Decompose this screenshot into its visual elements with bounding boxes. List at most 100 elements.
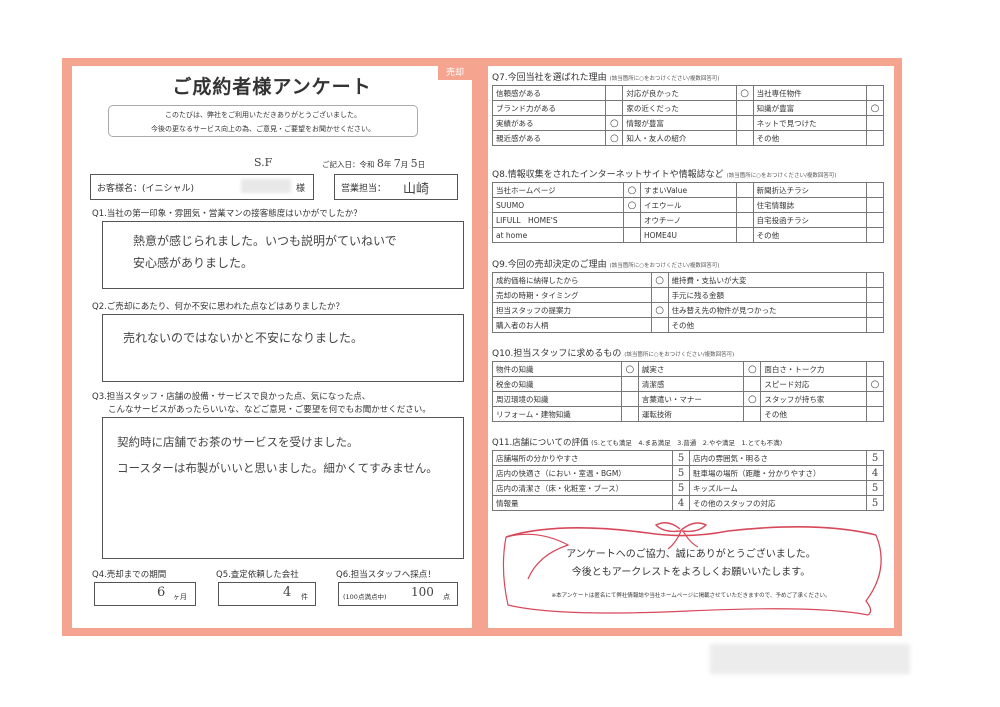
q8-option-label: 新聞折込チラシ (752, 182, 868, 198)
q10-option-label: 周辺環境の知識 (492, 391, 622, 407)
staff-field[interactable]: 営業担当： 山崎 (334, 174, 458, 200)
q10-answer-cell[interactable] (620, 376, 639, 392)
q10-answer-cell[interactable] (620, 391, 639, 407)
q8-answer-cell[interactable]: ○ (623, 182, 642, 198)
q9-option-label: 手元に残る金額 (667, 287, 868, 303)
q10-option-label: 言葉遣い・マナー (637, 391, 745, 407)
q11-title-text: Q11.店舗についての評価 (492, 438, 589, 448)
q9-answer-cell[interactable] (650, 317, 669, 333)
q8-option-label: at home (491, 227, 625, 243)
q9-answer-cell[interactable] (866, 287, 884, 303)
q11-answer-cell[interactable]: 5 (672, 480, 690, 496)
q8-answer-cell[interactable]: ○ (623, 197, 642, 213)
q7-title: Q7.今回当社を選ばれた理由 (該当箇所に○をおつけください/複数回答可) (492, 70, 720, 83)
sale-tag: 売却 (438, 66, 472, 80)
date-month-unit: 月 (400, 160, 409, 169)
q7-answer-cell[interactable] (735, 100, 754, 116)
q10-answer-cell[interactable] (866, 361, 884, 377)
q10-answer-cell[interactable] (743, 376, 762, 392)
customer-name-field[interactable]: お客様名：(イニシャル) 様 (90, 174, 314, 200)
q7-answer-cell[interactable] (605, 100, 624, 116)
left-panel: ご成約者様アンケート 売却 このたびは、弊社をご利用いただきありがとうございまし… (72, 66, 472, 628)
q10-answer-cell[interactable] (743, 406, 762, 422)
q6-question: Q6.担当スタッフへ採点！ (336, 570, 436, 580)
q8-option-label: その他 (752, 227, 868, 243)
q10-answer-cell[interactable]: ○ (743, 361, 762, 377)
q4-answer-box[interactable]: 6 ヶ月 (94, 582, 196, 606)
q6-value: 100 (411, 585, 434, 599)
q11-scale: (5.とても満足 4.まあ満足 3.普通 2.やや満足 1.とても不満) (591, 439, 783, 447)
q9-option-label: 売却の時期・タイミング (492, 287, 652, 303)
q9-row: 成約価格に納得したから ○ 維持費・支払いが大変 (492, 272, 884, 288)
survey-sheet: ご成約者様アンケート 売却 このたびは、弊社をご利用いただきありがとうございまし… (62, 58, 902, 636)
intro-line-1: このたびは、弊社をご利用いただきありがとうございました。 (165, 111, 361, 119)
q7-option-label: 家の近くだった (622, 100, 737, 116)
q11-option-label: その他のスタッフの対応 (689, 495, 867, 511)
q10-answer-cell[interactable]: ○ (743, 391, 762, 407)
q10-row: リフォーム・建物知識 運転技術 その他 (492, 406, 884, 422)
q9-answer-cell[interactable] (866, 272, 884, 288)
q8-option-label: 住宅情報誌 (752, 197, 868, 213)
q8-answer-cell[interactable] (735, 197, 754, 213)
q8-answer-cell[interactable] (866, 182, 884, 198)
q10-answer-cell[interactable]: ○ (620, 361, 639, 377)
q8-answer-cell[interactable] (866, 197, 884, 213)
q11-answer-cell[interactable]: 5 (866, 495, 884, 511)
q7-answer-cell[interactable] (605, 85, 624, 101)
q2-answer-box[interactable]: 売れないのではないかと不安になりました。 (102, 314, 464, 382)
q9-answer-cell[interactable] (866, 317, 884, 333)
q11-answer-cell[interactable]: 5 (672, 450, 690, 466)
date-label: ご記入日：令和 (322, 160, 375, 169)
q9-row: 担当スタッフの提案力 ○ 住み替え先の物件が見つかった (492, 302, 884, 318)
q9-option-label: 住み替え先の物件が見つかった (667, 302, 868, 318)
q8-answer-cell[interactable] (735, 227, 754, 243)
q8-option-label: 当社ホームページ (491, 182, 625, 198)
q7-answer-cell[interactable] (735, 115, 754, 131)
q8-answer-cell[interactable] (623, 227, 642, 243)
q9-answer-cell[interactable]: ○ (650, 272, 669, 288)
q8-answer-cell[interactable] (866, 212, 884, 228)
q3-answer-line-1: 契約時に店舗でお茶のサービスを受けました。 (117, 435, 359, 449)
q7-answer-cell[interactable] (866, 115, 884, 131)
q11-answer-cell[interactable]: 5 (672, 465, 690, 481)
customer-name-label: お客様名：(イニシャル) (97, 184, 195, 194)
q1-answer-box[interactable]: 熱意が感じられました。いつも説明がていねいで 安心感がありました。 (102, 221, 464, 289)
q11-answer-cell[interactable]: 4 (866, 465, 884, 481)
q10-answer-cell[interactable] (866, 391, 884, 407)
q7-option-label: 実績がある (491, 115, 607, 131)
q7-answer-cell[interactable] (866, 130, 884, 146)
q8-answer-cell[interactable] (735, 212, 754, 228)
q7-answer-cell[interactable]: ○ (735, 85, 754, 101)
q7-answer-cell[interactable] (866, 85, 884, 101)
q11-row: 店内の快適さ（におい・室温・BGM） 5 駐車場の場所（距離・分かりやすさ） 4 (492, 465, 884, 481)
q11-answer-cell[interactable]: 5 (866, 480, 884, 496)
q10-row: 周辺環境の知識 言葉遣い・マナー ○ スタッフが持ち家 (492, 391, 884, 407)
q9-answer-cell[interactable]: ○ (650, 302, 669, 318)
q10-option-label: スタッフが持ち家 (760, 391, 867, 407)
q7-option-label: ネットで見つけた (752, 115, 868, 131)
q7-answer-cell[interactable] (735, 130, 754, 146)
q10-answer-cell[interactable] (866, 406, 884, 422)
date-row: ご記入日：令和 8年 7月 5日 (322, 157, 425, 170)
q8-answer-cell[interactable] (735, 182, 754, 198)
q8-answer-cell[interactable] (623, 212, 642, 228)
q7-answer-cell[interactable]: ○ (605, 130, 624, 146)
q5-answer-box[interactable]: 4 件 (218, 582, 316, 606)
q6-note: (100点満点中) (343, 593, 387, 601)
q9-answer-cell[interactable] (866, 302, 884, 318)
thanks-ribbon-box: アンケートへのご協力、誠にありがとうございました。 今後ともアークレストをよろし… (498, 519, 884, 621)
q8-row: SUUMO ○ イエウール 住宅情報誌 (491, 197, 884, 213)
q7-answer-cell[interactable]: ○ (866, 100, 884, 116)
q6-answer-box[interactable]: (100点満点中) 100 点 (338, 582, 458, 606)
q8-row: 当社ホームページ ○ すまいValue 新聞折込チラシ (491, 182, 884, 198)
q11-answer-cell[interactable]: 5 (866, 450, 884, 466)
q9-answer-cell[interactable] (650, 287, 669, 303)
q11-answer-cell[interactable]: 4 (672, 495, 690, 511)
q10-answer-cell[interactable] (620, 406, 639, 422)
q3-answer-box[interactable]: 契約時に店舗でお茶のサービスを受けました。 コースターは布製がいいと思いました。… (102, 417, 464, 559)
q10-option-label: その他 (760, 406, 867, 422)
q4-value: 6 (157, 585, 166, 600)
q10-answer-cell[interactable]: ○ (866, 376, 884, 392)
q8-answer-cell[interactable] (866, 227, 884, 243)
q7-answer-cell[interactable]: ○ (605, 115, 624, 131)
